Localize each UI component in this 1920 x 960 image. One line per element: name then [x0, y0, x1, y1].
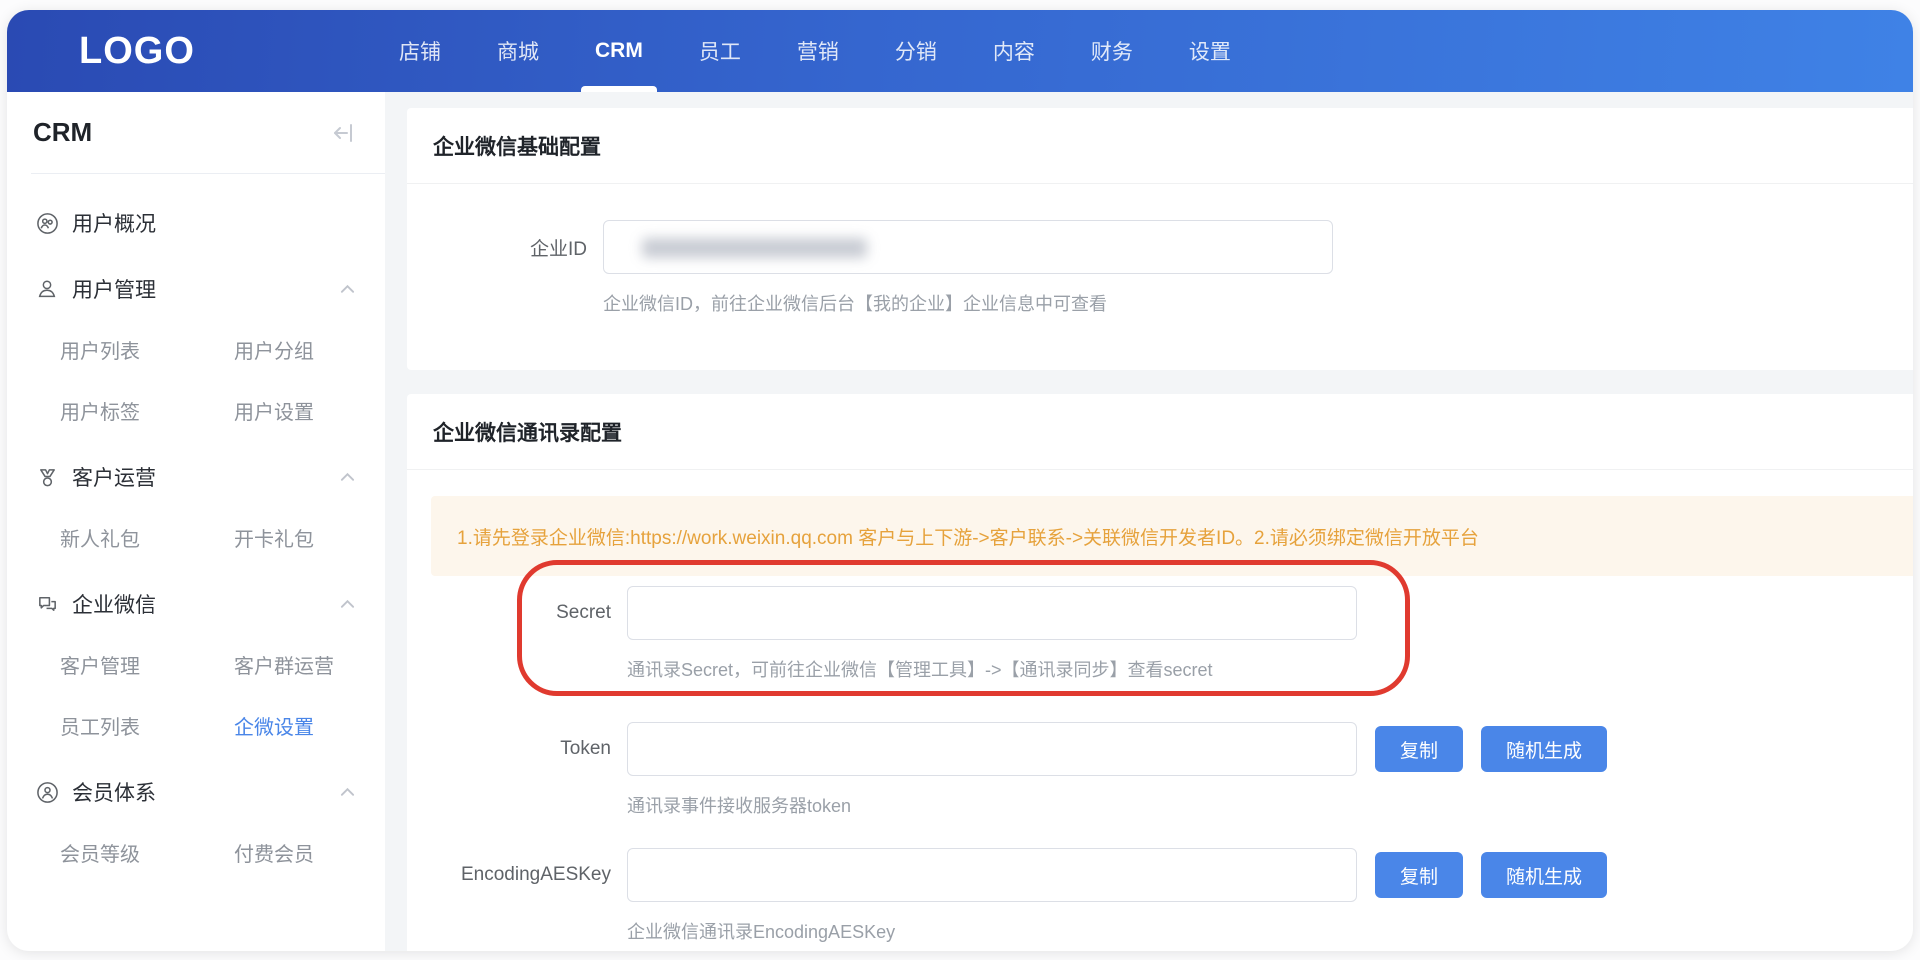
sidebar-item-user-tags[interactable]: 用户标签 [60, 383, 234, 444]
chat-bubbles-icon [35, 592, 59, 616]
corp-id-helper: 企业微信ID，前往企业微信后台【我的企业】企业信息中可查看 [603, 290, 1913, 316]
token-input[interactable] [627, 722, 1357, 776]
sidebar-item-newcomer-pack[interactable]: 新人礼包 [60, 510, 234, 571]
card-wecom-contacts-config: 企业微信通讯录配置 1.请先登录企业微信:https://work.weixin… [407, 394, 1913, 951]
sidebar: CRM [7, 92, 385, 951]
chevron-up-icon [340, 599, 355, 609]
main-content: 企业微信基础配置 企业ID 企业微信ID，前往企业微信后台【我的企业】企业信息中… [385, 92, 1913, 951]
aeskey-input[interactable] [627, 848, 1357, 902]
sidebar-item-label: 客户运营 [72, 462, 340, 492]
users-overview-icon [35, 211, 59, 235]
aeskey-generate-button[interactable]: 随机生成 [1481, 852, 1607, 898]
sidebar-item-user-management[interactable]: 用户管理 [7, 256, 385, 322]
sidebar-item-user-overview[interactable]: 用户概况 [7, 190, 385, 256]
card-title: 企业微信基础配置 [407, 108, 1913, 184]
member-icon [35, 780, 59, 804]
nav-item-distribution[interactable]: 分销 [895, 10, 937, 92]
sidebar-item-label: 用户概况 [72, 208, 355, 238]
nav-item-settings[interactable]: 设置 [1189, 10, 1231, 92]
chevron-up-icon [340, 284, 355, 294]
collapse-left-icon[interactable] [331, 121, 355, 145]
sidebar-item-user-list[interactable]: 用户列表 [60, 322, 234, 383]
app-window: LOGO 店铺 商城 CRM 员工 营销 分销 内容 财务 设置 CRM [7, 10, 1913, 951]
nav-item-content[interactable]: 内容 [993, 10, 1035, 92]
sidebar-item-card-pack[interactable]: 开卡礼包 [234, 510, 385, 571]
aeskey-helper: 企业微信通讯录EncodingAESKey [627, 918, 1913, 944]
sidebar-item-membership[interactable]: 会员体系 [7, 759, 385, 825]
secret-input[interactable] [627, 586, 1357, 640]
sidebar-item-label: 会员体系 [72, 777, 340, 807]
aeskey-label: EncodingAESKey [431, 864, 627, 886]
sidebar-item-member-level[interactable]: 会员等级 [60, 825, 234, 886]
chevron-up-icon [340, 787, 355, 797]
token-generate-button[interactable]: 随机生成 [1481, 726, 1607, 772]
nav-item-marketing[interactable]: 营销 [797, 10, 839, 92]
medal-icon [35, 465, 59, 489]
top-navbar: LOGO 店铺 商城 CRM 员工 营销 分销 内容 财务 设置 [7, 10, 1913, 92]
sidebar-item-wecom[interactable]: 企业微信 [7, 571, 385, 637]
token-row: Token 复制 随机生成 通讯录事件接收服务器token [431, 722, 1913, 818]
secret-helper: 通讯录Secret，可前往企业微信【管理工具】->【通讯录同步】查看secret [627, 656, 1913, 682]
token-label: Token [431, 738, 627, 760]
nav-item-crm[interactable]: CRM [595, 10, 643, 92]
masked-value [642, 238, 867, 258]
aeskey-copy-button[interactable]: 复制 [1375, 852, 1463, 898]
corp-id-input[interactable] [603, 220, 1333, 274]
sidebar-subgroup-operation: 新人礼包 开卡礼包 [60, 510, 385, 571]
chevron-up-icon [340, 472, 355, 482]
sidebar-item-label: 用户管理 [72, 274, 340, 304]
card-title: 企业微信通讯录配置 [407, 394, 1913, 470]
sidebar-item-wecom-settings[interactable]: 企微设置 [234, 698, 385, 759]
warning-alert: 1.请先登录企业微信:https://work.weixin.qq.com 客户… [431, 496, 1913, 576]
sidebar-item-staff-list[interactable]: 员工列表 [60, 698, 234, 759]
main-nav: 店铺 商城 CRM 员工 营销 分销 内容 财务 设置 [399, 10, 1231, 92]
logo: LOGO [7, 10, 307, 92]
sidebar-item-user-settings[interactable]: 用户设置 [234, 383, 385, 444]
sidebar-item-paid-member[interactable]: 付费会员 [234, 825, 385, 886]
sidebar-subgroup-user: 用户列表 用户分组 用户标签 用户设置 [60, 322, 385, 444]
token-copy-button[interactable]: 复制 [1375, 726, 1463, 772]
nav-item-staff[interactable]: 员工 [699, 10, 741, 92]
nav-item-mall[interactable]: 商城 [497, 10, 539, 92]
sidebar-subgroup-membership: 会员等级 付费会员 [60, 825, 385, 886]
corp-id-label: 企业ID [407, 234, 603, 261]
aeskey-row: EncodingAESKey 复制 随机生成 企业微信通讯录EncodingAE… [431, 848, 1913, 944]
secret-label: Secret [431, 602, 627, 624]
secret-row: Secret 通讯录Secret，可前往企业微信【管理工具】->【通讯录同步】查… [431, 586, 1913, 682]
sidebar-item-label: 企业微信 [72, 589, 340, 619]
sidebar-item-user-groups[interactable]: 用户分组 [234, 322, 385, 383]
nav-item-shop[interactable]: 店铺 [399, 10, 441, 92]
nav-item-finance[interactable]: 财务 [1091, 10, 1133, 92]
sidebar-menu: 用户概况 用户管理 用户列表 用户分组 [7, 174, 385, 886]
sidebar-item-customer-management[interactable]: 客户管理 [60, 637, 234, 698]
token-helper: 通讯录事件接收服务器token [627, 792, 1913, 818]
sidebar-subgroup-wecom: 客户管理 客户群运营 员工列表 企微设置 [60, 637, 385, 759]
sidebar-item-customer-operation[interactable]: 客户运营 [7, 444, 385, 510]
card-wecom-basic-config: 企业微信基础配置 企业ID 企业微信ID，前往企业微信后台【我的企业】企业信息中… [407, 108, 1913, 370]
user-icon [35, 277, 59, 301]
sidebar-title: CRM [33, 117, 92, 148]
sidebar-item-customer-group-ops[interactable]: 客户群运营 [234, 637, 385, 698]
